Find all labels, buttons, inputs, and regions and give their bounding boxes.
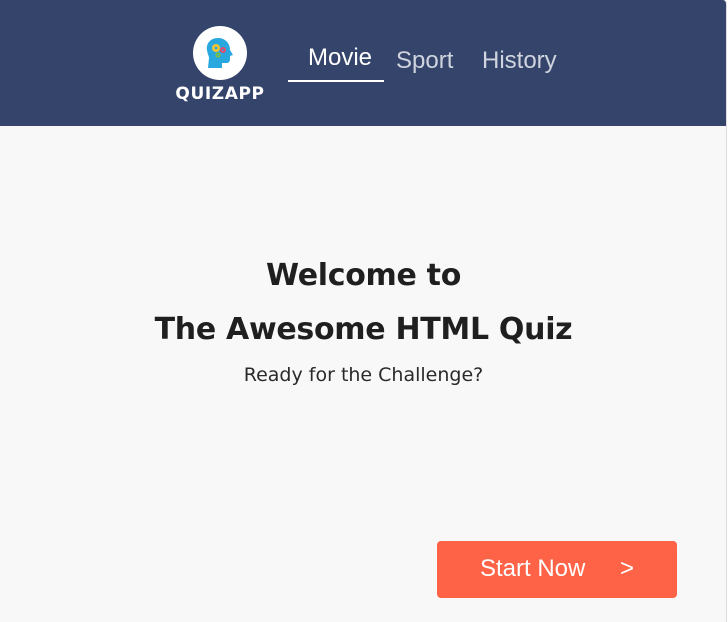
start-now-label: Start Now (480, 555, 586, 582)
active-tab-indicator (288, 80, 384, 82)
logo-badge (193, 26, 247, 80)
chevron-right-icon: > (620, 555, 635, 582)
tab-sport[interactable]: Sport (396, 47, 453, 75)
tab-movie[interactable]: Movie (308, 44, 372, 72)
tab-history[interactable]: History (482, 47, 557, 75)
head-with-gears-icon (206, 38, 233, 68)
logo-text: QUIZAPP (175, 84, 265, 104)
start-now-button[interactable]: Start Now > (437, 541, 677, 598)
header-bar: QUIZAPP Movie Sport History (0, 0, 726, 126)
quiz-title: The Awesome HTML Quiz (154, 312, 573, 347)
quiz-app: QUIZAPP Movie Sport History Welcome to T… (0, 0, 727, 622)
subtitle: Ready for the Challenge? (243, 364, 484, 386)
app-logo[interactable]: QUIZAPP (172, 24, 268, 104)
welcome-title: Welcome to (265, 258, 462, 293)
